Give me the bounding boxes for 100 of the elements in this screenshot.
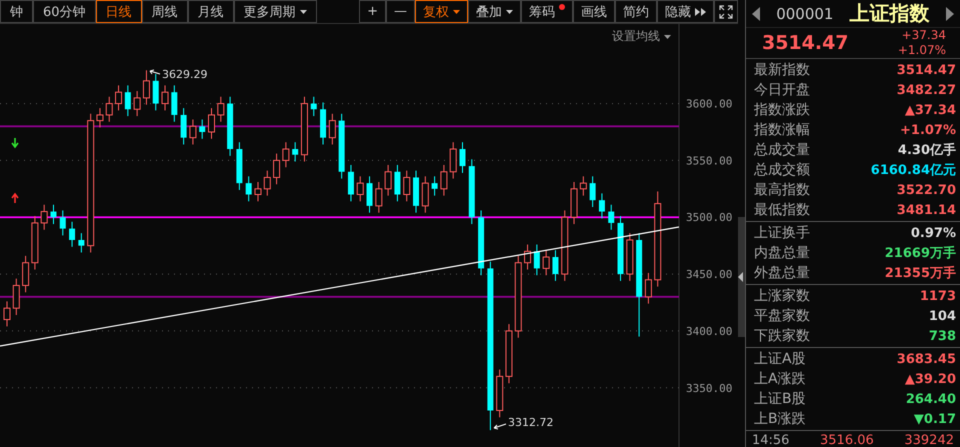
field-value: 21669万手 bbox=[884, 244, 956, 262]
field-label: 最低指数 bbox=[754, 201, 810, 219]
field-value: 4.30亿手 bbox=[898, 142, 956, 159]
fullscreen-icon bbox=[719, 4, 733, 18]
next-arrow-icon[interactable] bbox=[946, 6, 954, 20]
candlestick bbox=[171, 84, 178, 122]
period-tab[interactable]: 周线 bbox=[142, 0, 188, 23]
y-axis-label: 3450.00 bbox=[686, 268, 732, 282]
candlestick bbox=[50, 204, 56, 225]
field-value: 738 bbox=[928, 328, 956, 344]
candlestick bbox=[96, 108, 104, 128]
fullscreen-button[interactable] bbox=[714, 0, 738, 23]
field-label: 外盘总量 bbox=[754, 264, 810, 282]
candlestick bbox=[106, 96, 113, 122]
pointer-arrow-icon bbox=[494, 424, 506, 430]
period-tab[interactable]: 钟 bbox=[0, 0, 33, 23]
up-arrow-icon bbox=[11, 192, 19, 204]
candlestick bbox=[356, 176, 364, 202]
candlestick bbox=[60, 210, 66, 236]
candlestick bbox=[162, 84, 169, 111]
y-axis-label: 3400.00 bbox=[686, 324, 732, 338]
field-label: 今日开盘 bbox=[754, 81, 810, 99]
candlestick bbox=[217, 96, 224, 122]
toolbar-button[interactable]: 复权 bbox=[415, 0, 468, 23]
toolbar-button[interactable]: 叠加 bbox=[468, 0, 521, 23]
toolbar-button[interactable]: — bbox=[386, 0, 415, 23]
candlestick bbox=[180, 108, 187, 145]
period-tab[interactable]: 月线 bbox=[188, 0, 234, 23]
field-label: 上涨家数 bbox=[754, 287, 810, 305]
candlestick bbox=[542, 250, 550, 276]
field-label: 总成交额 bbox=[754, 161, 810, 179]
current-price: 3514.47 bbox=[762, 32, 849, 54]
candlestick bbox=[199, 118, 206, 140]
candlestick bbox=[152, 74, 159, 111]
candlestick bbox=[608, 204, 614, 230]
candlestick bbox=[246, 176, 252, 202]
field-value: 3482.27 bbox=[896, 82, 956, 98]
candlestick bbox=[208, 108, 216, 140]
candlestick bbox=[282, 142, 290, 168]
field-value: 1173 bbox=[920, 288, 956, 304]
field-label: 最新指数 bbox=[754, 61, 810, 79]
candlestick bbox=[590, 176, 596, 208]
double-chevron-icon bbox=[695, 8, 706, 16]
percent-change: +1.07% bbox=[898, 43, 946, 58]
y-axis-label: 3500.00 bbox=[686, 211, 732, 224]
high-price-label: 3629.29 bbox=[162, 68, 208, 81]
ma-settings-button[interactable]: 设置均线 bbox=[612, 28, 671, 45]
candlestick bbox=[264, 170, 271, 196]
field-value: 264.40 bbox=[906, 392, 956, 406]
field-label: 上证B股 bbox=[754, 390, 806, 408]
field-label: 上B涨跌 bbox=[754, 410, 806, 428]
field-label: 最高指数 bbox=[754, 181, 810, 199]
candlestick bbox=[254, 182, 262, 202]
field-label: 上证换手 bbox=[754, 224, 810, 242]
field-label: 指数涨幅 bbox=[754, 121, 810, 139]
previous-arrow-icon[interactable] bbox=[752, 6, 760, 20]
candlestick bbox=[328, 113, 336, 145]
candlestick bbox=[403, 170, 410, 202]
candlestick bbox=[78, 232, 84, 253]
toolbar-button[interactable]: + bbox=[359, 0, 386, 23]
candlestick bbox=[273, 153, 280, 185]
field-value: +1.07% bbox=[900, 122, 956, 138]
field-value: 3683.45 bbox=[896, 352, 956, 366]
candlestick bbox=[142, 70, 150, 106]
field-value: ▼0.17 bbox=[914, 412, 956, 426]
period-tab[interactable]: 更多周期 bbox=[234, 0, 317, 23]
field-label: 内盘总量 bbox=[754, 244, 810, 262]
candlestick bbox=[124, 84, 131, 117]
field-value: 21355万手 bbox=[884, 264, 956, 282]
candlestick bbox=[394, 164, 400, 202]
toolbar-button[interactable]: 简约 bbox=[615, 0, 657, 23]
candlestick bbox=[189, 118, 196, 145]
toolbar-button[interactable]: 筹码 bbox=[521, 0, 573, 23]
field-label: 平盘家数 bbox=[754, 307, 810, 325]
candlestick bbox=[384, 164, 392, 196]
field-label: 指数涨跌 bbox=[754, 101, 810, 119]
y-axis-label: 3550.00 bbox=[686, 154, 732, 168]
field-value: 0.97% bbox=[910, 226, 956, 240]
field-value: 104 bbox=[928, 308, 956, 324]
period-tab[interactable]: 日线 bbox=[96, 0, 142, 23]
candlestick bbox=[552, 250, 558, 282]
period-tab[interactable]: 60分钟 bbox=[33, 0, 96, 23]
candlestick bbox=[366, 176, 373, 214]
field-value: 3481.14 bbox=[896, 202, 956, 218]
pointer-arrow-icon bbox=[150, 70, 160, 74]
field-value: ▲37.34 bbox=[904, 102, 956, 118]
low-price-label: 3312.72 bbox=[508, 416, 554, 429]
panel-collapse-handle[interactable] bbox=[738, 217, 745, 337]
toolbar-button[interactable]: 隐藏 bbox=[657, 0, 714, 23]
candlestick bbox=[432, 176, 438, 196]
candlestick bbox=[580, 176, 587, 196]
candlestick bbox=[375, 182, 382, 214]
stock-name: 上证指数 bbox=[850, 0, 930, 27]
candlestick bbox=[450, 142, 457, 180]
candlestick bbox=[598, 192, 605, 219]
tick-volume: 339242 bbox=[904, 433, 954, 447]
candlestick bbox=[422, 176, 429, 214]
candlestick bbox=[440, 164, 448, 196]
toolbar-button[interactable]: 画线 bbox=[573, 0, 615, 23]
candlestick bbox=[348, 164, 354, 202]
